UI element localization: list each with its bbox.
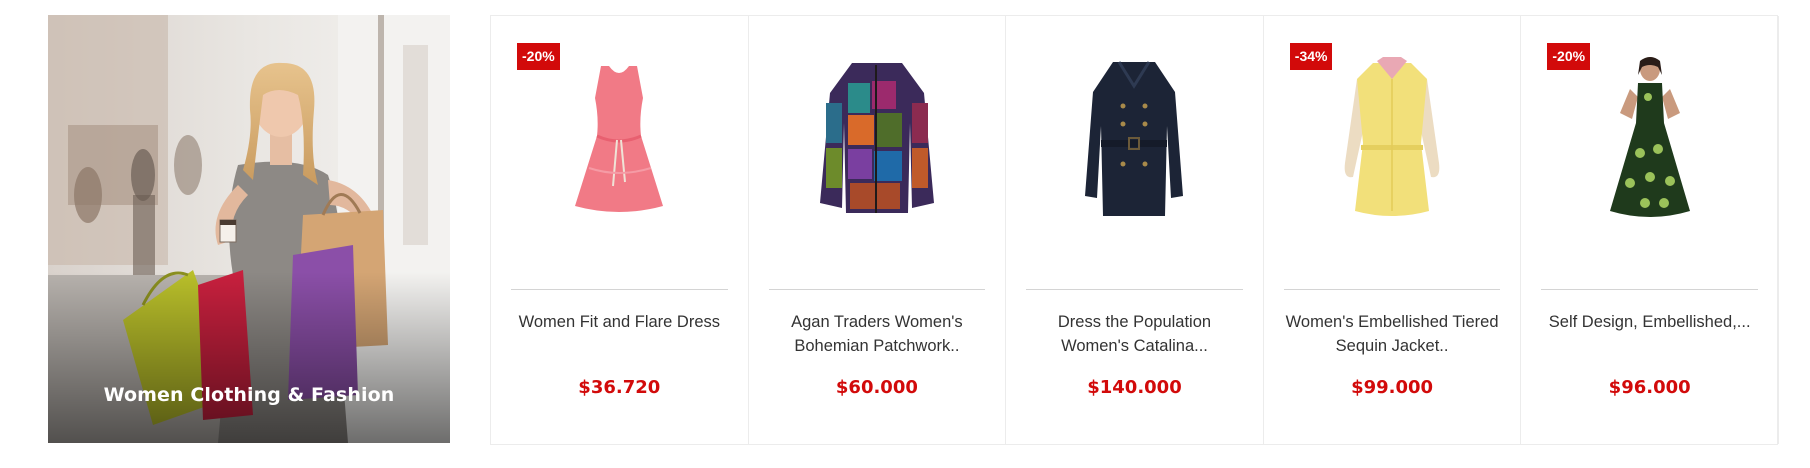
pink-dress-icon [575,66,664,212]
product-card[interactable]: Dress the Population Women's Catalina...… [1006,16,1264,444]
navy-trench-coat-icon [1085,60,1184,216]
patchwork-jacket-icon [819,63,934,213]
product-grid: -20% Women Fit and Flare Dress $36.720 A… [490,15,1779,445]
product-image[interactable] [1521,38,1778,238]
product-image[interactable] [1006,38,1263,238]
card-divider [511,289,728,290]
card-divider [1283,289,1501,290]
product-price: $96.000 [1608,377,1691,398]
green-gown-model-icon [1609,57,1690,217]
product-name[interactable]: Dress the Population Women's Catalina... [1024,310,1245,358]
product-name[interactable]: Women's Embellished Tiered Sequin Jacket… [1282,310,1503,358]
card-divider [1541,289,1758,290]
product-card[interactable]: -34% Women's Embellished Tiered Sequin J… [1264,16,1522,444]
banner-title[interactable]: Women Clothing & Fashion [48,384,450,406]
card-divider [1026,289,1243,290]
category-section: Women Clothing & Fashion -20% Women Fit … [0,0,1810,468]
yellow-shirt-dress-icon [1344,57,1440,216]
product-price: $36.720 [578,377,661,398]
product-price: $60.000 [835,377,918,398]
product-card[interactable]: -20% Self Design, Embellished,... $96.00… [1521,16,1779,444]
product-name[interactable]: Women Fit and Flare Dress [509,310,730,334]
product-price: $99.000 [1351,377,1434,398]
product-image[interactable] [1264,38,1521,238]
product-card[interactable]: Agan Traders Women's Bohemian Patchwork.… [749,16,1007,444]
product-name[interactable]: Self Design, Embellished,... [1539,310,1760,334]
product-price: $140.000 [1087,377,1182,398]
product-image[interactable] [491,38,748,238]
category-banner[interactable]: Women Clothing & Fashion [48,15,450,443]
product-card[interactable]: -20% Women Fit and Flare Dress $36.720 [491,16,749,444]
banner-image [48,15,450,443]
product-image[interactable] [749,38,1006,238]
card-divider [768,289,986,290]
product-name[interactable]: Agan Traders Women's Bohemian Patchwork.… [767,310,988,358]
